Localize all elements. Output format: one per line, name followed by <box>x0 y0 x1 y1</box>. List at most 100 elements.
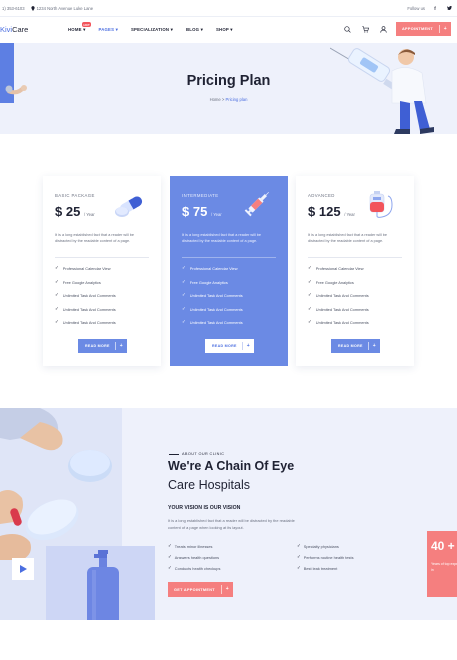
plan-description: It is a long established fact that a rea… <box>182 233 261 243</box>
feature-text: Unlimited Task And Comments <box>189 293 243 298</box>
follow-label: Follow us <box>407 5 425 11</box>
logo[interactable]: KiviCare <box>0 25 28 34</box>
read-more-button[interactable]: READ MORE + <box>331 339 380 353</box>
nav-item-label: HOME ▾ <box>68 27 86 32</box>
feature-list: ✓ Professional Calendar View ✓ Free Google… <box>182 265 243 334</box>
syringe-icon <box>244 192 269 217</box>
price-amount: 125 <box>318 204 341 219</box>
check-icon: ✓ <box>182 292 186 297</box>
phone-text: 1) 353-6103 <box>2 6 25 11</box>
button-divider <box>220 585 221 594</box>
nav-item-home[interactable]: HOME ▾ HOT <box>68 22 92 33</box>
nav-item-specialization[interactable]: SPECIALIZATION ▾ <box>131 27 173 33</box>
price-currency: $ <box>182 204 190 219</box>
read-more-label: READ MORE <box>338 344 363 348</box>
logo-rest: Care <box>12 25 29 34</box>
twitter-icon[interactable] <box>445 4 453 12</box>
search-icon[interactable] <box>344 26 351 33</box>
feature-text: Unlimited Task And Comments <box>62 320 116 325</box>
play-icon <box>19 565 27 573</box>
button-divider <box>114 342 115 350</box>
check-icon: ✓ <box>297 554 301 559</box>
price-amount: 25 <box>65 204 81 219</box>
check-icon: ✓ <box>55 292 59 297</box>
feature-text: Unlimited Task And Comments <box>315 320 369 325</box>
feature-text: Specialty physicians <box>303 543 339 549</box>
about-subtitle: Care Hospitals <box>168 478 250 492</box>
button-divider <box>367 342 368 350</box>
cart-icon[interactable] <box>362 26 369 33</box>
get-appointment-button[interactable]: GET APPOINTMENT + <box>168 582 233 597</box>
location-pin-icon <box>30 6 35 11</box>
price-currency: $ <box>308 204 316 219</box>
address-text: 1234 North Avenue Luke Lane <box>36 6 94 11</box>
card-divider <box>55 257 149 258</box>
feature-text: Unlimited Task And Comments <box>189 306 243 312</box>
feature-list: ✓ Professional Calendar View ✓ Free Google… <box>308 265 369 334</box>
top-bar: 1) 353-6103 1234 North Avenue Luke Lane … <box>0 0 457 17</box>
feature-item: ✓ Unlimited Task And Comments <box>308 319 369 334</box>
read-more-button[interactable]: READ MORE + <box>205 339 254 353</box>
check-icon: ✓ <box>55 278 59 284</box>
page-hero: Pricing Plan Home > Pricing plan <box>0 43 457 134</box>
pricing-card-advanced: ADVANCED $ 125 / Year It is a long estab… <box>296 176 414 366</box>
feature-item: ✓ Unlimited Task And Comments <box>182 305 243 321</box>
check-icon: ✓ <box>297 543 301 548</box>
feature-text: Unlimited Task And Comments <box>62 306 116 312</box>
user-icon[interactable] <box>380 26 387 33</box>
check-icon: ✓ <box>308 278 312 284</box>
plan-price: $ 25 / Year <box>55 204 95 219</box>
nav-tools <box>344 26 387 33</box>
feature-text: Free Google Analytics <box>315 279 354 285</box>
feature-text: Answers health questions <box>174 554 220 560</box>
sanitizer-bottle-illustration <box>87 550 119 620</box>
feature-text: Treats minor illnesses <box>174 543 213 549</box>
pills-icon <box>115 196 143 217</box>
breadcrumb: Home > Pricing plan <box>0 97 457 102</box>
feature-item: ✓ Free Google Analytics <box>182 279 243 294</box>
feature-item: ✓ Unlimited Task And Comments <box>182 319 243 334</box>
check-icon: ✓ <box>55 319 59 324</box>
feature-text: Performs routine health tests <box>303 554 354 560</box>
card-divider <box>182 257 276 258</box>
social-links: Follow us f <box>407 4 453 12</box>
price-period: / Year <box>83 212 95 217</box>
feature-item: ✓ Professional Calendar View <box>55 265 116 280</box>
nav-item-shop[interactable]: SHOP ▾ <box>216 27 233 33</box>
feature-text: Unlimited Task And Comments <box>315 306 369 312</box>
nav-menu: HOME ▾ HOT PAGES ▾ SPECIALIZATION ▾ BLOG… <box>68 22 233 33</box>
price-period: / Year <box>210 212 222 217</box>
price-amount: 75 <box>192 204 208 219</box>
check-icon: ✓ <box>168 554 172 559</box>
plan-price: $ 125 / Year <box>308 204 355 219</box>
kicker-line <box>169 453 179 455</box>
feature-text: Free Google Analytics <box>189 279 228 285</box>
kicker-text: ABOUT OUR CLINIC <box>182 452 225 456</box>
read-more-button[interactable]: READ MORE + <box>78 339 127 353</box>
nav-item-blog[interactable]: BLOG ▾ <box>186 27 203 33</box>
sanitizer-image <box>46 546 155 620</box>
facebook-icon[interactable]: f <box>431 4 439 12</box>
experience-badge: 40 + Years of top experience in <box>427 531 457 597</box>
button-divider <box>438 25 439 33</box>
feature-item: ✓ Conducts health checkups <box>168 565 220 571</box>
check-icon: ✓ <box>297 565 301 570</box>
breadcrumb-home[interactable]: Home <box>210 97 221 102</box>
play-video-button[interactable] <box>12 558 34 580</box>
breadcrumb-current: Pricing plan <box>225 97 248 102</box>
nav-item-pages[interactable]: PAGES ▾ <box>98 27 117 33</box>
experience-number: 40 + <box>431 539 455 553</box>
appointment-button[interactable]: APPOINTMENT + <box>396 22 451 36</box>
check-icon: ✓ <box>55 265 59 270</box>
feature-text: Professional Calendar View <box>315 266 364 271</box>
feature-item: ✓ Unlimited Task And Comments <box>308 305 369 321</box>
feature-item: ✓ Best leak treatment <box>297 565 337 571</box>
feature-item: ✓ Answers health questions <box>168 554 219 560</box>
feature-text: Unlimited Task And Comments <box>315 293 369 298</box>
price-period: / Year <box>344 212 355 217</box>
appointment-label: APPOINTMENT <box>402 27 433 31</box>
feature-item: ✓ Specialty physicians <box>297 543 339 549</box>
feature-item: ✓ Treats minor illnesses <box>168 543 212 549</box>
check-icon: ✓ <box>182 305 186 311</box>
check-icon: ✓ <box>308 305 312 311</box>
